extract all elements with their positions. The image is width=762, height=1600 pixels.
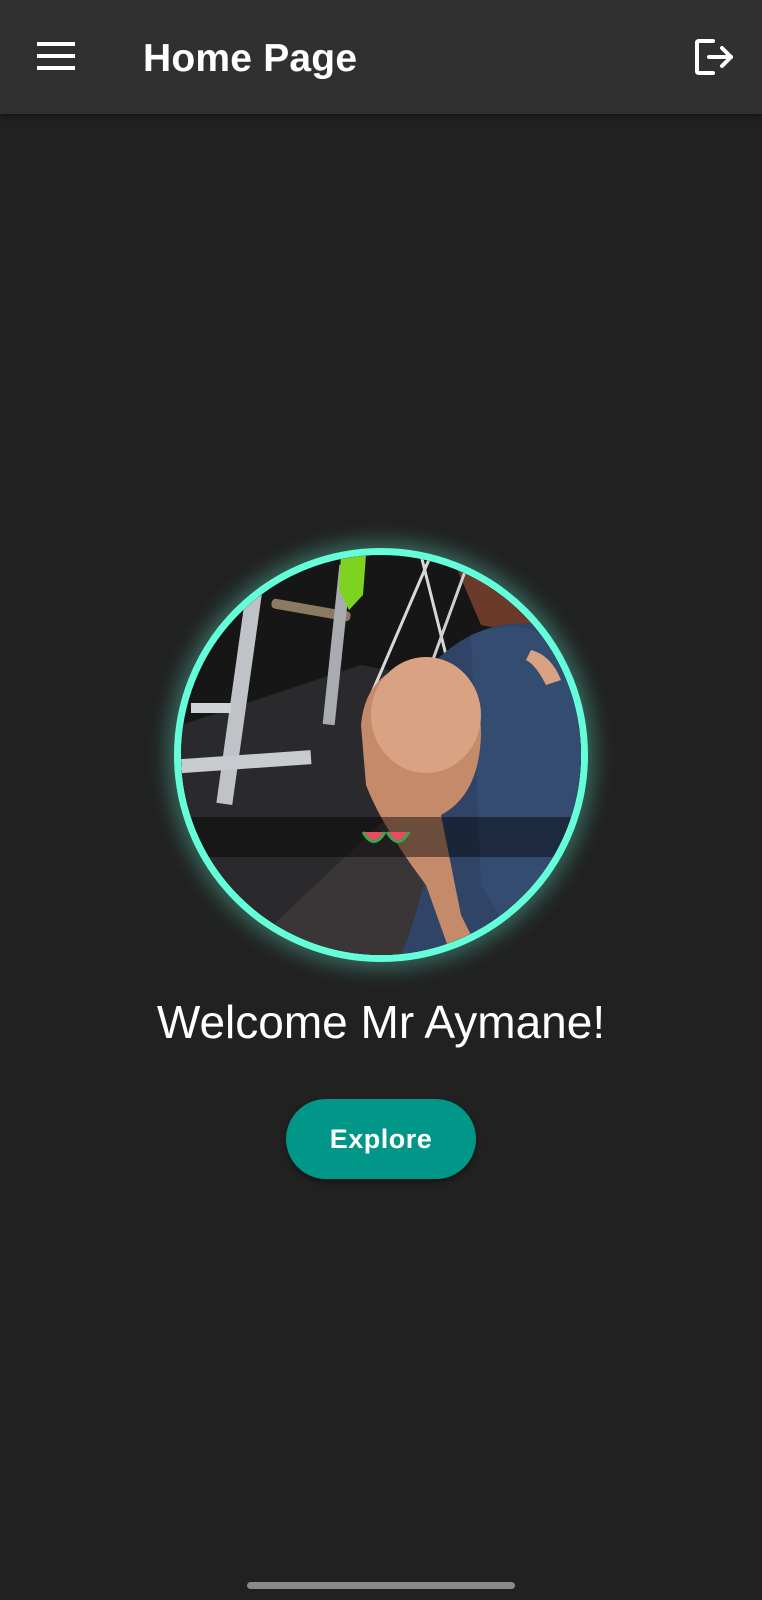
home-indicator[interactable] <box>247 1582 515 1589</box>
explore-button[interactable]: Explore <box>286 1099 476 1179</box>
logout-icon <box>693 37 735 82</box>
page-title: Home Page <box>143 37 358 80</box>
welcome-message: Welcome Mr Aymane! <box>156 996 606 1048</box>
menu-icon <box>37 41 75 75</box>
profile-avatar <box>174 548 588 962</box>
app-bar: Home Page <box>0 0 762 114</box>
menu-button[interactable] <box>24 30 88 86</box>
logout-button[interactable] <box>682 30 746 88</box>
profile-photo <box>181 555 581 955</box>
